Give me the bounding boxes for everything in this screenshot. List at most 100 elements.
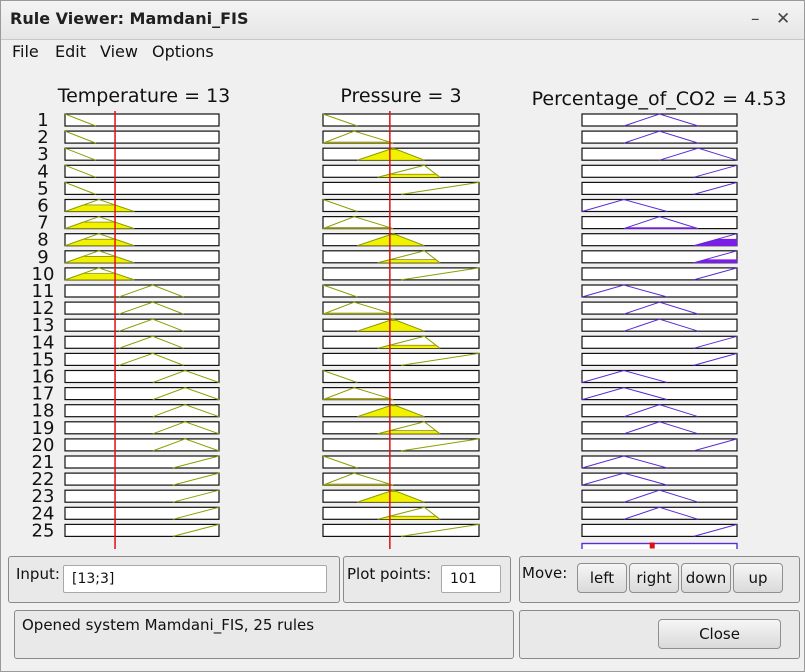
- mf-box: [322, 472, 480, 486]
- co2-mf-cell: [581, 489, 738, 503]
- move-label: Move:: [522, 564, 568, 582]
- co2-mf-cell: [581, 301, 738, 315]
- mf-box: [581, 489, 738, 503]
- temperature-mf-cell: [64, 216, 220, 230]
- close-button[interactable]: Close: [658, 619, 781, 649]
- co2-mf-cell: [581, 421, 738, 435]
- co2-mf-cell: [581, 369, 738, 384]
- co2-mf-cell: [581, 164, 738, 178]
- mf-box: [322, 301, 480, 315]
- pressure-header: Pressure = 3: [340, 85, 461, 107]
- temperature-mf-cell: [64, 301, 220, 315]
- pressure-mf-cell: [322, 438, 480, 452]
- mf-box: [64, 318, 220, 332]
- pressure-mf-cell: [322, 506, 480, 520]
- mf-box: [322, 284, 480, 298]
- move-left-button[interactable]: left: [577, 563, 627, 593]
- pressure-mf-cell: [322, 489, 480, 503]
- pressure-mf-cell: [322, 181, 480, 195]
- temperature-mf-cell: [64, 130, 220, 144]
- pressure-mf-cell: [322, 404, 480, 418]
- temperature-mf-cell: [64, 164, 220, 178]
- mf-box: [322, 130, 480, 144]
- mf-box: [64, 369, 220, 384]
- co2-mf-cell: [581, 318, 738, 332]
- co2-mf-cell: [581, 284, 738, 298]
- mf-box: [322, 523, 480, 538]
- mf-box: [64, 181, 220, 195]
- temperature-mf-cell: [64, 489, 220, 503]
- temperature-mf-cell: [64, 404, 220, 418]
- mf-box: [581, 113, 738, 127]
- mf-box: [64, 147, 220, 161]
- temperature-mf-cell: [64, 438, 220, 452]
- co2-mf-cell: [581, 130, 738, 144]
- plot-points-panel: Plot points:: [343, 556, 511, 603]
- co2-mf-cell: [581, 438, 738, 452]
- temperature-mf-cell: [64, 455, 220, 469]
- temperature-mf-cell: [64, 335, 220, 349]
- co2-mf-cell: [581, 216, 738, 230]
- move-right-button[interactable]: right: [629, 563, 679, 593]
- mf-box: [64, 352, 220, 366]
- mf-box: [64, 421, 220, 435]
- input-label: Input:: [16, 565, 60, 583]
- co2-mf-cell: [581, 387, 738, 401]
- mf-box: [322, 387, 480, 401]
- mf-box: [581, 216, 738, 230]
- rule-viewer-window: Rule Viewer: Mamdani_FIS – ✕ File Edit V…: [0, 0, 805, 672]
- status-text: Opened system Mamdani_FIS, 25 rules: [22, 616, 315, 634]
- pressure-mf-cell: [322, 113, 480, 127]
- move-up-button[interactable]: up: [733, 563, 783, 593]
- temperature-mf-cell: [64, 421, 220, 435]
- mf-box: [322, 181, 480, 195]
- pressure-mf-cell: [322, 352, 480, 366]
- rule-plot-area[interactable]: Temperature = 13 Pressure = 3 Percentage…: [1, 1, 804, 549]
- temperature-header: Temperature = 13: [57, 85, 231, 107]
- co2-mf-cell: [581, 455, 738, 469]
- input-field[interactable]: [63, 565, 327, 593]
- mf-box: [322, 455, 480, 469]
- pressure-mf-cell: [322, 267, 480, 281]
- move-down-button[interactable]: down: [681, 563, 731, 593]
- mf-fill: [623, 227, 699, 229]
- pressure-mf-cell: [322, 421, 480, 435]
- temperature-mf-cell: [64, 250, 220, 264]
- mf-box: [581, 147, 738, 161]
- co2-mf-cell: [581, 523, 738, 538]
- co2-mf-cell: [581, 147, 738, 161]
- temperature-mf-cell: [64, 352, 220, 366]
- co2-mf-cell: [581, 181, 738, 195]
- pressure-mf-cell: [322, 284, 480, 298]
- plot-points-label: Plot points:: [347, 565, 432, 583]
- mf-fill: [322, 398, 394, 400]
- mf-box: [64, 335, 220, 349]
- mf-box: [581, 506, 738, 520]
- co2-mf-cell: [581, 404, 738, 418]
- plot-points-field[interactable]: [441, 565, 501, 593]
- mf-fill: [322, 483, 394, 486]
- pressure-mf-cell: [322, 335, 480, 349]
- temperature-mf-cell: [64, 506, 220, 520]
- pressure-mf-cell: [322, 130, 480, 144]
- status-panel: Opened system Mamdani_FIS, 25 rules: [14, 610, 514, 659]
- defuzzified-value-marker: [649, 542, 655, 549]
- temperature-mf-cell: [64, 113, 220, 127]
- pressure-mf-cell: [322, 164, 480, 178]
- temperature-mf-cell: [64, 318, 220, 332]
- mf-box: [581, 421, 738, 435]
- mf-box: [581, 130, 738, 144]
- temperature-mf-cell: [64, 369, 220, 384]
- mf-box: [64, 284, 220, 298]
- temperature-mf-cell: [64, 472, 220, 486]
- mf-fill: [322, 227, 394, 229]
- mf-box: [581, 301, 738, 315]
- mf-box: [322, 267, 480, 281]
- co2-mf-cell: [581, 506, 738, 520]
- mf-box: [322, 352, 480, 366]
- pressure-mf-cell: [322, 250, 480, 264]
- co2-mf-cell: [581, 233, 738, 247]
- mf-box: [64, 404, 220, 418]
- pressure-mf-cell: [322, 472, 480, 486]
- co2-mf-cell: [581, 113, 738, 127]
